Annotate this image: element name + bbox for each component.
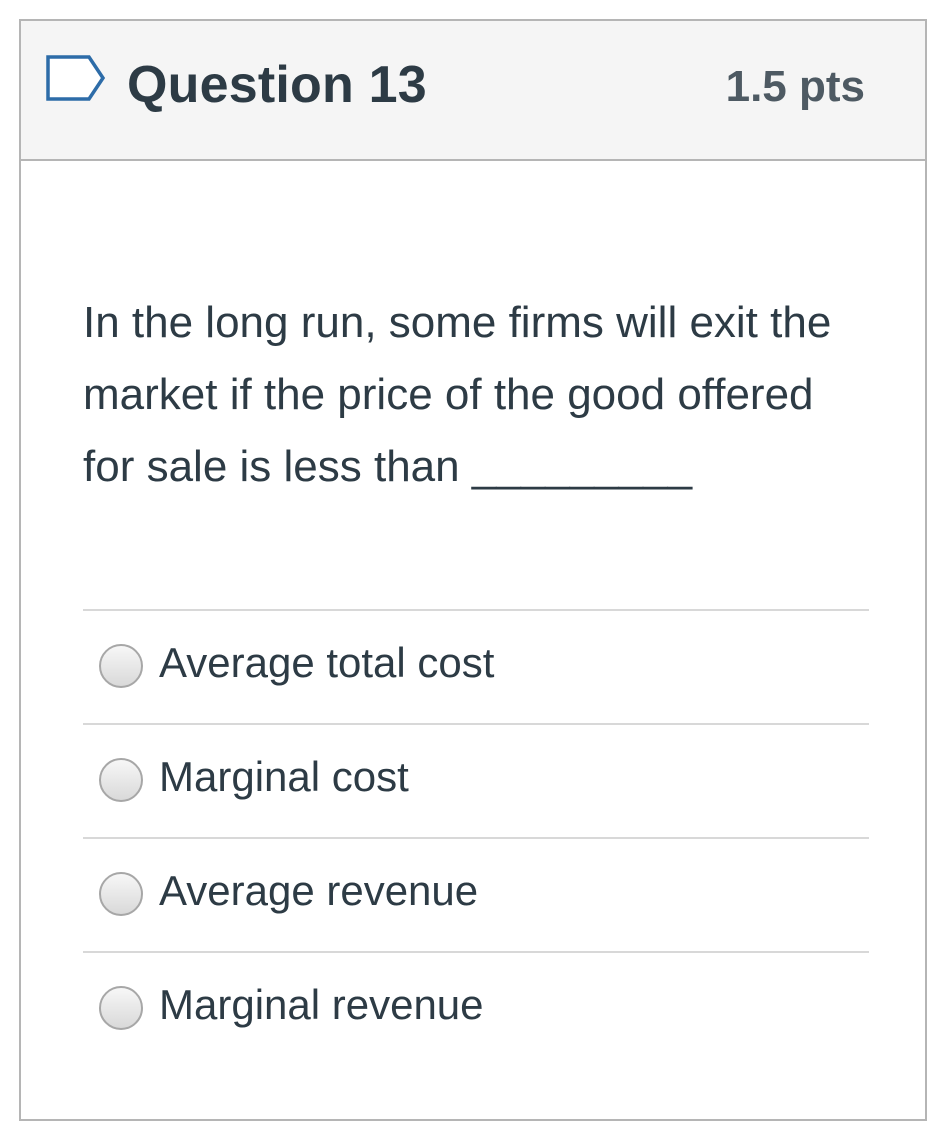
answer-label[interactable]: Average total cost <box>159 635 494 691</box>
answer-label[interactable]: Average revenue <box>159 863 478 919</box>
answer-label[interactable]: Marginal revenue <box>159 977 484 1033</box>
question-title: Question 13 <box>127 56 427 114</box>
radio-button[interactable] <box>99 872 143 916</box>
answer-option[interactable]: Marginal cost <box>83 725 869 839</box>
answer-label[interactable]: Marginal cost <box>159 749 409 805</box>
question-text: In the long run, some firms will exit th… <box>83 298 832 491</box>
question-points: 1.5 pts <box>725 62 865 111</box>
answer-option[interactable]: Marginal revenue <box>83 953 869 1065</box>
answer-option[interactable]: Average revenue <box>83 839 869 953</box>
bookmark-flag-icon[interactable] <box>45 54 109 102</box>
question-header: Question 13 1.5 pts <box>21 21 925 161</box>
radio-button[interactable] <box>99 644 143 688</box>
question-card: Question 13 1.5 pts In the long run, som… <box>19 19 927 1121</box>
radio-button[interactable] <box>99 986 143 1030</box>
answer-option[interactable]: Average total cost <box>83 611 869 725</box>
radio-button[interactable] <box>99 758 143 802</box>
answer-list: Average total cost Marginal cost Average… <box>83 609 869 1065</box>
